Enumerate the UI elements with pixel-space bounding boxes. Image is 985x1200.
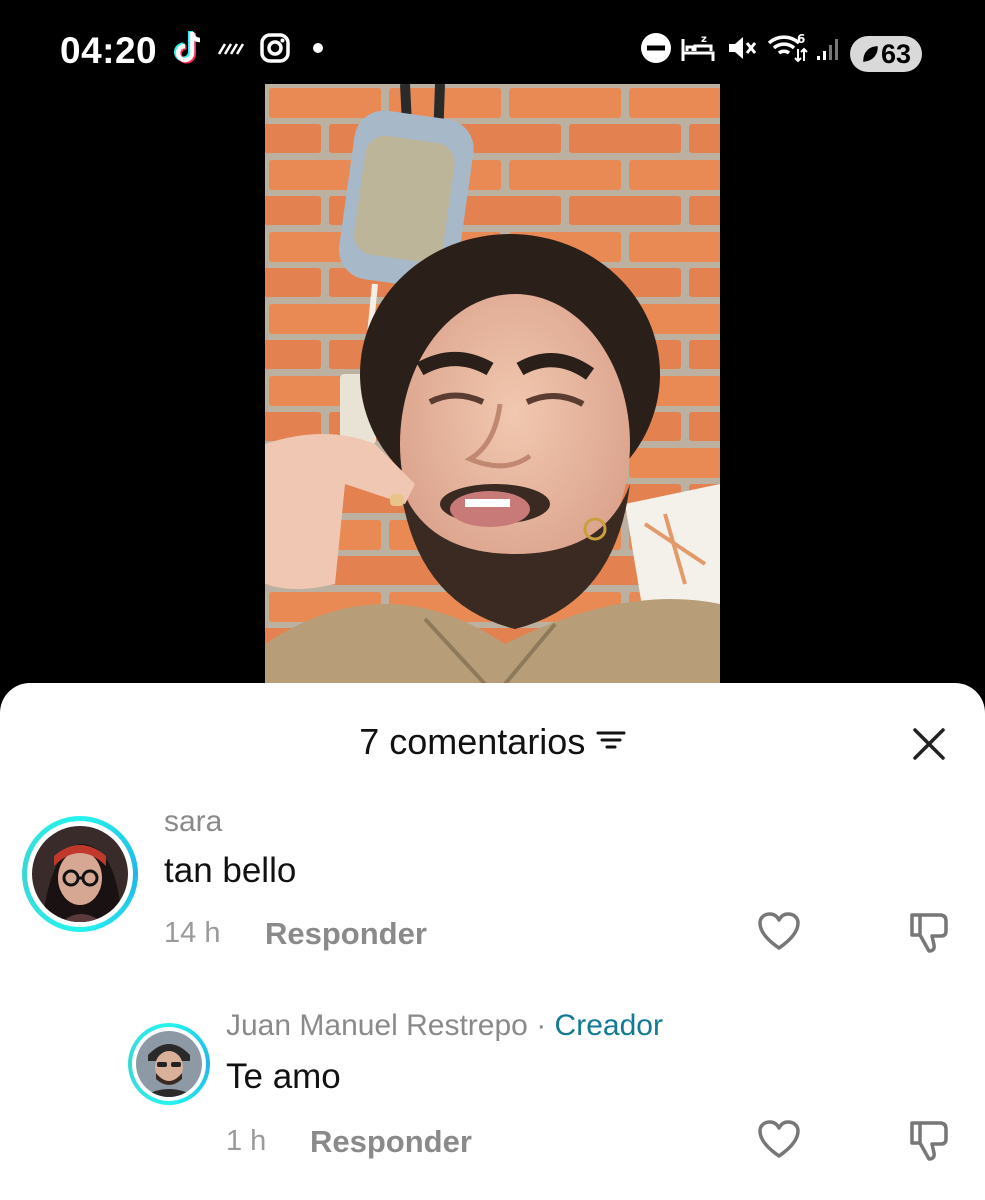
avatar-image [136, 1031, 202, 1097]
video-thumbnail [265, 84, 720, 684]
video-player[interactable] [265, 84, 720, 684]
sleep-icon: z [680, 28, 716, 68]
instagram-icon [258, 28, 292, 68]
close-icon[interactable] [906, 721, 952, 767]
do-not-disturb-icon [639, 28, 673, 68]
comment-item: sara tan bello 14 h Responder [0, 805, 985, 973]
status-time: 04:20 [60, 30, 158, 71]
signal-icon [814, 28, 844, 68]
dislike-icon[interactable] [904, 909, 952, 957]
creator-badge: Creador [554, 1009, 663, 1042]
heart-icon[interactable] [755, 908, 803, 956]
avatar[interactable] [128, 1023, 210, 1105]
svg-text:z: z [701, 34, 707, 45]
comment-text: Te amo [226, 1057, 341, 1096]
comment-text: tan bello [164, 851, 297, 890]
reply-button[interactable]: Responder [310, 1124, 472, 1160]
heart-icon[interactable] [755, 1116, 803, 1164]
reply-button[interactable]: Responder [265, 916, 427, 952]
comment-count-title: 7 comentarios [359, 721, 586, 762]
dislike-icon[interactable] [904, 1117, 952, 1165]
separator-dot: · [536, 1009, 547, 1042]
comment-timestamp: 1 h [226, 1125, 267, 1157]
comments-header: 7 comentarios [0, 721, 985, 767]
battery-icon: 63 [850, 36, 922, 72]
svg-text:6: 6 [797, 32, 805, 46]
mute-icon [724, 28, 758, 68]
avatar-image [32, 826, 128, 922]
creator-username[interactable]: Juan Manuel Restrepo [226, 1009, 528, 1042]
activity-icon [216, 28, 246, 68]
wifi-icon: 6 [766, 28, 810, 68]
battery-level: 63 [880, 38, 912, 69]
comment-reply-item: Juan Manuel Restrepo · Creador Te amo 1 … [0, 1009, 985, 1193]
tiktok-icon [170, 28, 206, 68]
comments-sheet: 7 comentarios sara tan bello 14 h Respon… [0, 683, 985, 1200]
avatar[interactable] [22, 816, 138, 932]
comment-username[interactable]: sara [164, 805, 222, 839]
comment-timestamp: 14 h [164, 917, 221, 949]
comment-username: Juan Manuel Restrepo · Creador [226, 1009, 663, 1043]
dot-icon [310, 28, 326, 68]
sort-icon[interactable] [596, 727, 626, 758]
status-bar: 04:20 z 6 63 [0, 0, 985, 84]
